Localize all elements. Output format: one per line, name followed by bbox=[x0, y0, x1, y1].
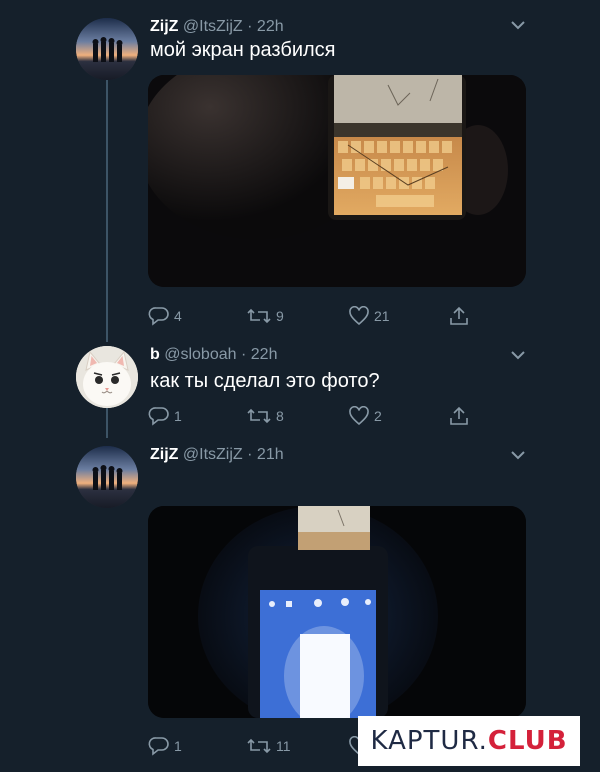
chevron-down-icon[interactable] bbox=[510, 18, 526, 30]
tweet-photo[interactable] bbox=[148, 506, 526, 718]
like-count: 21 bbox=[374, 308, 390, 324]
share-icon bbox=[450, 306, 468, 325]
tweet-text: мой экран разбился bbox=[150, 39, 336, 61]
display-name[interactable]: ZijZ bbox=[150, 446, 178, 463]
watermark-text: KAPTUR. bbox=[370, 726, 488, 756]
avatar[interactable] bbox=[76, 446, 138, 508]
tweet-2[interactable]: b @sloboah · 22h как ты сделал это фото?… bbox=[0, 344, 600, 434]
watermark-text-accent: CLUB bbox=[487, 726, 568, 756]
retweet-button[interactable]: 9 bbox=[246, 304, 284, 328]
like-count: 2 bbox=[374, 408, 382, 424]
separator: · bbox=[247, 446, 253, 463]
tweet-actions: 1 8 2 bbox=[148, 404, 478, 428]
reply-count: 1 bbox=[174, 738, 182, 754]
tweet-text: как ты сделал это фото? bbox=[150, 370, 380, 392]
retweet-count: 8 bbox=[276, 408, 284, 424]
tweet-header: b @sloboah · 22h bbox=[150, 344, 277, 366]
user-handle[interactable]: @ItsZijZ bbox=[183, 18, 243, 35]
user-handle[interactable]: @sloboah bbox=[164, 346, 236, 363]
reply-button[interactable]: 4 bbox=[148, 304, 182, 328]
retweet-count: 11 bbox=[276, 738, 291, 754]
reply-icon bbox=[148, 737, 169, 756]
retweet-icon bbox=[247, 308, 271, 324]
timestamp[interactable]: 22h bbox=[257, 18, 284, 35]
reply-count: 1 bbox=[174, 408, 182, 424]
separator: · bbox=[240, 346, 247, 363]
tweet-header: ZijZ @ItsZijZ · 22h bbox=[150, 16, 284, 38]
display-name[interactable]: b bbox=[150, 346, 160, 363]
avatar[interactable] bbox=[76, 346, 138, 408]
user-handle[interactable]: @ItsZijZ bbox=[183, 446, 243, 463]
avatar[interactable] bbox=[76, 18, 138, 80]
retweet-count: 9 bbox=[276, 308, 284, 324]
tweet-header: ZijZ @ItsZijZ · 21h bbox=[150, 444, 284, 466]
reply-button[interactable]: 1 bbox=[148, 734, 182, 758]
reply-icon bbox=[148, 307, 169, 326]
display-name[interactable]: ZijZ bbox=[150, 18, 178, 35]
heart-icon bbox=[349, 406, 369, 426]
share-button[interactable] bbox=[448, 404, 470, 428]
retweet-icon bbox=[247, 738, 271, 754]
like-button[interactable]: 2 bbox=[348, 404, 382, 428]
like-button[interactable]: 21 bbox=[348, 304, 390, 328]
separator: · bbox=[247, 18, 253, 35]
tweet-photo[interactable] bbox=[148, 75, 526, 287]
reply-button[interactable]: 1 bbox=[148, 404, 182, 428]
chevron-down-icon[interactable] bbox=[510, 448, 526, 460]
retweet-button[interactable]: 8 bbox=[246, 404, 284, 428]
chevron-down-icon[interactable] bbox=[510, 348, 526, 360]
tweet-actions: 4 9 21 bbox=[148, 304, 478, 328]
tweet-1[interactable]: ZijZ @ItsZijZ · 22h мой экран разбился 4… bbox=[0, 14, 600, 334]
watermark: KAPTUR. CLUB bbox=[358, 716, 580, 766]
retweet-icon bbox=[247, 408, 271, 424]
share-icon bbox=[450, 406, 468, 425]
heart-icon bbox=[349, 306, 369, 326]
timestamp[interactable]: 21h bbox=[257, 446, 284, 463]
reply-icon bbox=[148, 407, 169, 426]
timestamp[interactable]: 22h bbox=[251, 346, 278, 363]
reply-count: 4 bbox=[174, 308, 182, 324]
retweet-button[interactable]: 11 bbox=[246, 734, 291, 758]
share-button[interactable] bbox=[448, 304, 470, 328]
